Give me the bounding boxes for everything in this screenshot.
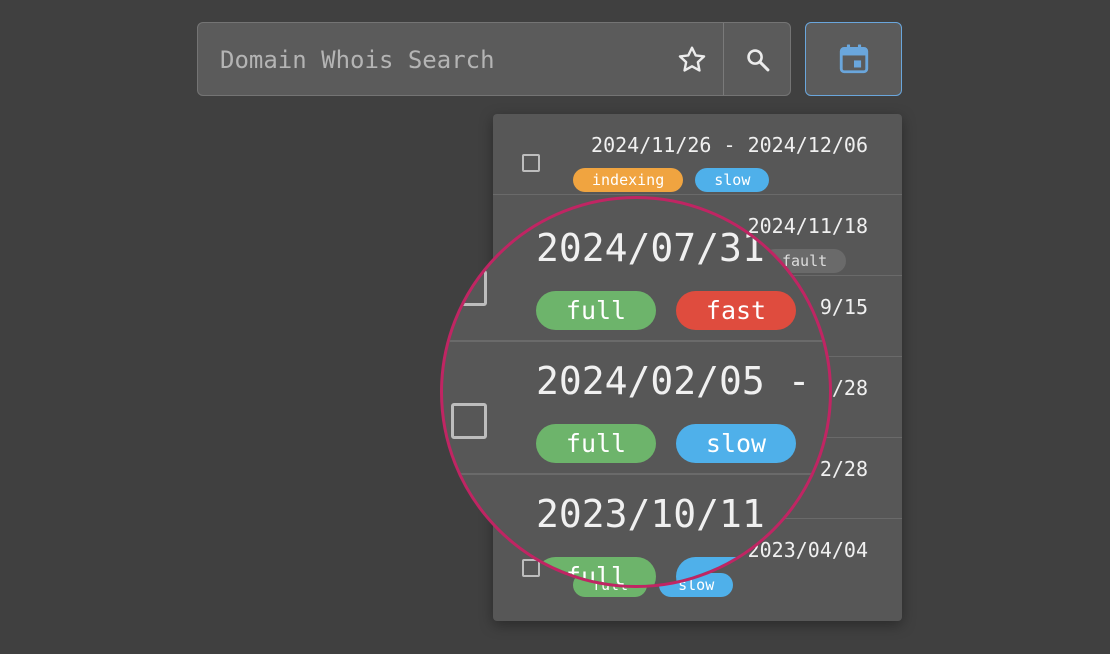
magnified-date-range: 2023/10/11 - (536, 492, 811, 536)
date-range-row[interactable]: 2024/11/26 - 2024/12/06 indexing slow (493, 114, 902, 195)
magnified-tag-full: full (536, 424, 656, 463)
magnified-tag-fast: fast (676, 291, 796, 330)
date-range-label: 2024/11/26 - 2024/12/06 (591, 133, 868, 157)
date-range-label: /28 (831, 376, 868, 400)
tag-slow: slow (695, 168, 770, 192)
magnified-checkbox (451, 536, 487, 572)
magnified-row: 2023/10/11 - full sl (443, 475, 829, 585)
tag-indexing: indexing (573, 168, 684, 192)
domain-whois-search-input[interactable] (218, 23, 662, 97)
magnifier-lens: 2024/07/31 - full fast 2024/02/05 - 2 fu… (440, 196, 832, 588)
magnified-tag-full: full (536, 291, 656, 330)
search-divider (723, 23, 724, 95)
favorite-button[interactable] (670, 41, 714, 79)
magnified-checkbox (451, 403, 487, 439)
search-button[interactable] (736, 41, 780, 79)
calendar-button[interactable] (805, 22, 902, 96)
magnified-tag-full: full (536, 557, 656, 585)
magnified-tag-slow: sl (676, 557, 796, 585)
magnified-checkbox (451, 270, 487, 306)
magnifier-icon (747, 49, 770, 72)
magnified-row: 2024/02/05 - 2 full slow (443, 342, 832, 475)
magnified-date-range: 2024/07/31 - (536, 226, 811, 270)
star-outline-icon (678, 46, 706, 72)
magnified-row: 2024/07/31 - full fast (443, 209, 829, 342)
magnified-date-range: 2024/02/05 - 2 (536, 359, 832, 403)
calendar-icon (839, 44, 868, 74)
row-checkbox[interactable] (522, 154, 540, 172)
search-bar (197, 22, 791, 97)
magnified-tag-slow: slow (676, 424, 796, 463)
